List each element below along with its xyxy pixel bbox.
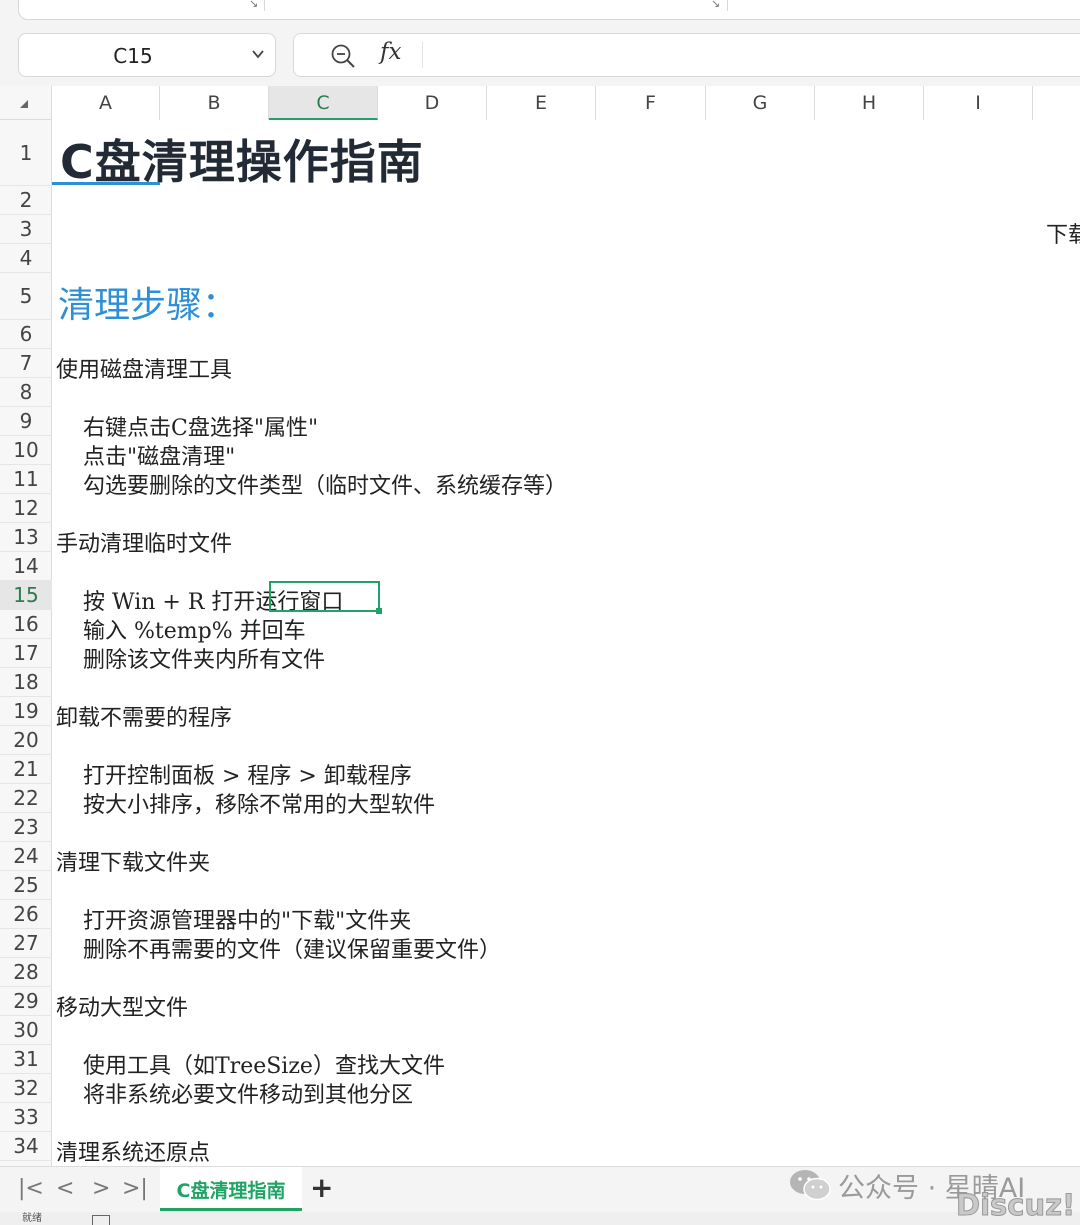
- watermark: 公众号 · 星晴AI Discuz!: [788, 1166, 1080, 1225]
- name-box-value: C15: [113, 44, 153, 68]
- chevron-down-icon[interactable]: [251, 47, 265, 61]
- cell-a22[interactable]: 按大小排序，移除不常用的大型软件: [83, 787, 435, 819]
- cell-a9[interactable]: 右键点击C盘选择"属性": [83, 410, 318, 442]
- column-header-i[interactable]: I: [924, 86, 1033, 120]
- column-header-b[interactable]: B: [160, 86, 269, 120]
- cell-a19[interactable]: 卸载不需要的程序: [56, 700, 232, 732]
- dialog-launcher-icon[interactable]: ↘: [249, 0, 258, 10]
- column-header-a[interactable]: A: [52, 86, 160, 120]
- sheet-tab-active[interactable]: C盘清理指南: [160, 1167, 302, 1211]
- spreadsheet-grid[interactable]: A B C D E F G H I 1 2 3 4 5 6 7 8 9 10 1…: [0, 86, 1080, 1166]
- status-view-icon[interactable]: [92, 1215, 110, 1225]
- cell-a26[interactable]: 打开资源管理器中的"下载"文件夹: [83, 903, 411, 935]
- discuz-logo: Discuz!: [955, 1188, 1076, 1223]
- select-all-icon: [20, 100, 28, 108]
- row-header-21[interactable]: 21: [0, 755, 52, 784]
- prev-sheet-button[interactable]: <: [56, 1176, 74, 1201]
- column-header-h[interactable]: H: [815, 86, 924, 120]
- row-header-31[interactable]: 31: [0, 1045, 52, 1074]
- cell-a24[interactable]: 清理下载文件夹: [56, 845, 210, 877]
- row-header-17[interactable]: 17: [0, 639, 52, 668]
- cell-a32[interactable]: 将非系统必要文件移动到其他分区: [83, 1077, 413, 1109]
- wechat-icon: [790, 1170, 831, 1201]
- row-header-23[interactable]: 23: [0, 813, 52, 842]
- row-header-5[interactable]: 5: [0, 273, 52, 320]
- row-header-33[interactable]: 33: [0, 1103, 52, 1132]
- dialog-launcher-icon[interactable]: ↘: [711, 0, 720, 10]
- row-header-20[interactable]: 20: [0, 726, 52, 755]
- row-header-19[interactable]: 19: [0, 697, 52, 726]
- cell-a5-subtitle[interactable]: 清理步骤：: [58, 276, 238, 328]
- row-header-32[interactable]: 32: [0, 1074, 52, 1103]
- next-sheet-button[interactable]: >: [92, 1176, 110, 1201]
- cell-a17[interactable]: 删除该文件夹内所有文件: [83, 642, 325, 674]
- ribbon-separator: [264, 0, 265, 11]
- formula-bar-row: C15 fx: [0, 26, 1080, 86]
- row-header-18[interactable]: 18: [0, 668, 52, 697]
- row-header-1[interactable]: 1: [0, 120, 52, 186]
- column-header-e[interactable]: E: [487, 86, 596, 120]
- row-header-4[interactable]: 4: [0, 244, 52, 273]
- row-header-16[interactable]: 16: [0, 610, 52, 639]
- row-header-14[interactable]: 14: [0, 552, 52, 581]
- cell-a11[interactable]: 勾选要删除的文件类型（临时文件、系统缓存等）: [83, 468, 567, 500]
- row-header-28[interactable]: 28: [0, 958, 52, 987]
- sheet-tab-label: C盘清理指南: [176, 1180, 286, 1202]
- row-headers: 1 2 3 4 5 6 7 8 9 10 11 12 13 14 15 16 1…: [0, 120, 52, 1166]
- fx-icon[interactable]: fx: [380, 39, 401, 65]
- cell-a27[interactable]: 删除不再需要的文件（建议保留重要文件）: [83, 932, 501, 964]
- ribbon-strip: ↘ ↘: [18, 0, 1080, 20]
- select-all-corner[interactable]: [0, 86, 52, 120]
- cell-a31[interactable]: 使用工具（如TreeSize）查找大文件: [83, 1048, 445, 1080]
- cell-a21[interactable]: 打开控制面板 > 程序 > 卸载程序: [83, 758, 412, 790]
- cell-j3-partial[interactable]: 下载: [1046, 217, 1080, 249]
- cell-a13[interactable]: 手动清理临时文件: [56, 526, 232, 558]
- ribbon-separator: [727, 0, 728, 11]
- first-sheet-button[interactable]: |<: [18, 1176, 44, 1201]
- active-cell-selection[interactable]: [269, 581, 382, 614]
- row-header-13[interactable]: 13: [0, 523, 52, 552]
- row-header-3[interactable]: 3: [0, 215, 52, 244]
- ribbon-area: ↘ ↘: [0, 0, 1080, 26]
- row-header-24[interactable]: 24: [0, 842, 52, 871]
- row-header-26[interactable]: 26: [0, 900, 52, 929]
- fill-handle[interactable]: [376, 608, 382, 614]
- row-header-25[interactable]: 25: [0, 871, 52, 900]
- row-header-10[interactable]: 10: [0, 436, 52, 465]
- cell-a16[interactable]: 输入 %temp% 并回车: [83, 613, 306, 645]
- column-header-f[interactable]: F: [596, 86, 706, 120]
- title-underline: [52, 182, 160, 185]
- cell-a10[interactable]: 点击"磁盘清理": [83, 439, 235, 471]
- formula-separator: [422, 42, 423, 68]
- column-header-d[interactable]: D: [378, 86, 487, 120]
- cell-a7[interactable]: 使用磁盘清理工具: [56, 352, 232, 384]
- row-header-12[interactable]: 12: [0, 494, 52, 523]
- row-header-27[interactable]: 27: [0, 929, 52, 958]
- row-header-15[interactable]: 15: [0, 581, 52, 610]
- zoom-out-icon[interactable]: [330, 43, 356, 69]
- status-ready: 就绪: [22, 1213, 42, 1224]
- cell-a34[interactable]: 清理系统还原点: [56, 1135, 210, 1166]
- name-box[interactable]: C15: [18, 33, 276, 77]
- row-header-29[interactable]: 29: [0, 987, 52, 1016]
- cell-a29[interactable]: 移动大型文件: [56, 990, 188, 1022]
- row-header-6[interactable]: 6: [0, 320, 52, 349]
- row-header-8[interactable]: 8: [0, 378, 52, 407]
- formula-input[interactable]: fx: [293, 33, 1080, 77]
- column-header-j[interactable]: [1033, 86, 1080, 120]
- last-sheet-button[interactable]: >|: [122, 1176, 148, 1201]
- row-header-22[interactable]: 22: [0, 784, 52, 813]
- column-header-c[interactable]: C: [269, 86, 378, 120]
- row-header-9[interactable]: 9: [0, 407, 52, 436]
- column-header-g[interactable]: G: [706, 86, 815, 120]
- row-header-7[interactable]: 7: [0, 349, 52, 378]
- row-header-2[interactable]: 2: [0, 186, 52, 215]
- row-header-11[interactable]: 11: [0, 465, 52, 494]
- row-header-30[interactable]: 30: [0, 1016, 52, 1045]
- row-header-34[interactable]: 34: [0, 1132, 52, 1161]
- add-sheet-button[interactable]: +: [310, 1171, 333, 1204]
